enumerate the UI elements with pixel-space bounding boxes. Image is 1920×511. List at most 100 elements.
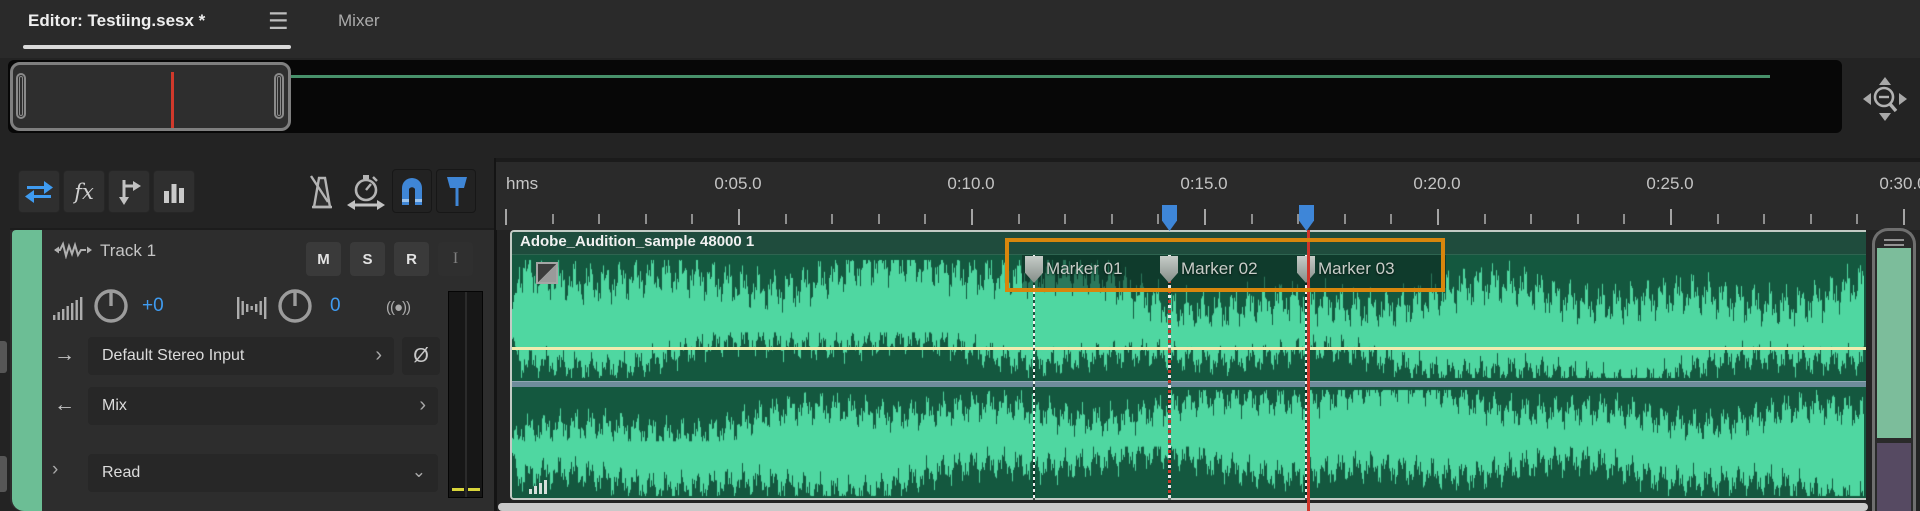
magnet-snap-icon [402,178,422,205]
navigator-viewport-selection[interactable] [10,62,291,131]
volume-knob[interactable] [92,287,130,325]
marker-tool-button[interactable] [436,169,476,213]
track-sends-button[interactable] [108,170,150,213]
ruler-tick [1483,214,1486,224]
record-arm-button[interactable]: R [394,242,429,276]
track-level-meter [448,291,483,498]
ruler-tick [1716,214,1719,224]
stopwatch-icon [347,174,385,210]
clip-gain-icon[interactable] [528,478,550,494]
ruler-time-label: 0:05.0 [714,174,762,193]
track-effects-button[interactable]: fx [63,170,105,213]
vertical-zoom-scrollbar[interactable] [1872,228,1916,511]
route-arrows-icon [25,180,53,203]
chevron-right-icon: › [375,344,382,366]
navigator-left-handle[interactable] [16,73,26,119]
tab-editor[interactable]: Editor: Testiing.sesx * [28,11,205,31]
track-eq-button[interactable] [153,170,195,213]
expand-chevron-icon[interactable]: › [52,459,58,481]
snap-toggle-button[interactable] [392,169,432,213]
automation-mode-selector[interactable]: Read ⌄ [88,454,438,492]
solo-button[interactable]: S [350,242,385,276]
ruler-tick [1157,214,1160,224]
sends-icon [119,179,141,205]
audition-multitrack-editor: Editor: Testiing.sesx * ☰ Mixer fx Track… [0,0,1920,511]
scrollbar-visible-range[interactable] [1877,248,1911,438]
output-arrow-icon: ← [54,393,75,416]
navigator-right-handle[interactable] [274,73,284,119]
ruler-tick [1064,214,1067,224]
ruler-tick [877,214,880,224]
pan-value[interactable]: 0 [330,295,341,317]
metronome-icon [309,174,332,208]
chevron-down-icon: ⌄ [411,462,426,481]
ruler-time-label: 0:30.0 [1879,174,1920,193]
eq-bars-icon [164,183,184,203]
automation-mode-value: Read [102,464,141,481]
input-monitor-button[interactable]: I [438,242,473,276]
ruler-tick [1343,214,1346,224]
ruler-tick [1530,214,1533,224]
input-monitoring-icon[interactable]: ((●)) [386,299,411,316]
track-waveform-icon [54,241,92,259]
pan-icon [237,297,267,319]
input-selector[interactable]: Default Stereo Input › [88,337,394,375]
ruler-time-label: 0:15.0 [1180,174,1228,193]
phase-invert-button[interactable]: Ø [402,337,440,375]
ruler-tick [644,214,647,224]
input-value: Default Stereo Input [102,347,245,364]
tab-mixer[interactable]: Mixer [338,11,380,31]
active-tab-underline [23,45,291,49]
ruler-tick [1204,209,1206,225]
track-routing-button[interactable] [18,170,60,213]
pan-knob[interactable] [276,287,314,325]
metronome-toggle[interactable] [300,170,342,213]
zoom-navigate-icon[interactable] [1856,70,1914,128]
ruler-unit-label[interactable]: hms [506,174,538,194]
ruler-tick [1903,209,1905,225]
volume-envelope-line[interactable] [512,347,1866,350]
ruler-time-label: 0:10.0 [947,174,995,193]
annotation-highlight-box [1005,238,1445,292]
ruler-tick [551,214,554,224]
ruler-tick [598,214,601,224]
ruler-tick [1017,214,1020,224]
clip-title: Adobe_Audition_sample 48000 1 [520,233,755,250]
ruler-tick [691,214,694,224]
effects-fx-icon: fx [74,179,94,204]
marker-flag-icon [447,177,467,206]
ruler-tick [1110,214,1113,224]
hamburger-icon[interactable]: ☰ [268,8,289,35]
time-ruler[interactable] [496,162,1920,230]
track-color-strip[interactable] [12,230,42,511]
ruler-tick [971,209,973,225]
navigator-playhead[interactable] [171,72,174,128]
ruler-tick [738,209,740,225]
mute-button[interactable]: M [306,242,341,276]
ruler-tick [1297,214,1300,224]
ruler-tick [1623,214,1626,224]
ruler-tick [924,214,927,224]
ruler-tick [784,214,787,224]
output-value: Mix [102,397,127,414]
output-selector[interactable]: Mix › [88,387,438,425]
track-name[interactable]: Track 1 [100,241,156,261]
ruler-tick [1856,214,1859,224]
ruler-tick [1670,209,1672,225]
time-stretch-toggle[interactable] [345,170,387,213]
fade-in-handle[interactable] [536,262,558,284]
horizontal-scrollbar[interactable] [498,503,1868,511]
input-arrow-icon: → [54,343,75,366]
panel-edge-handle[interactable] [0,456,7,492]
ruler-tick [1763,214,1766,224]
ruler-tick [1576,214,1579,224]
ruler-tick [1437,209,1439,225]
volume-value[interactable]: +0 [142,295,164,317]
scrollbar-extra-range[interactable] [1877,443,1911,511]
volume-icon [53,297,83,320]
ruler-tick [831,214,834,224]
ruler-time-label: 0:25.0 [1646,174,1694,193]
pan-envelope-line[interactable] [512,381,1866,387]
panel-edge-handle[interactable] [0,341,7,373]
ruler-time-label: 0:20.0 [1413,174,1461,193]
